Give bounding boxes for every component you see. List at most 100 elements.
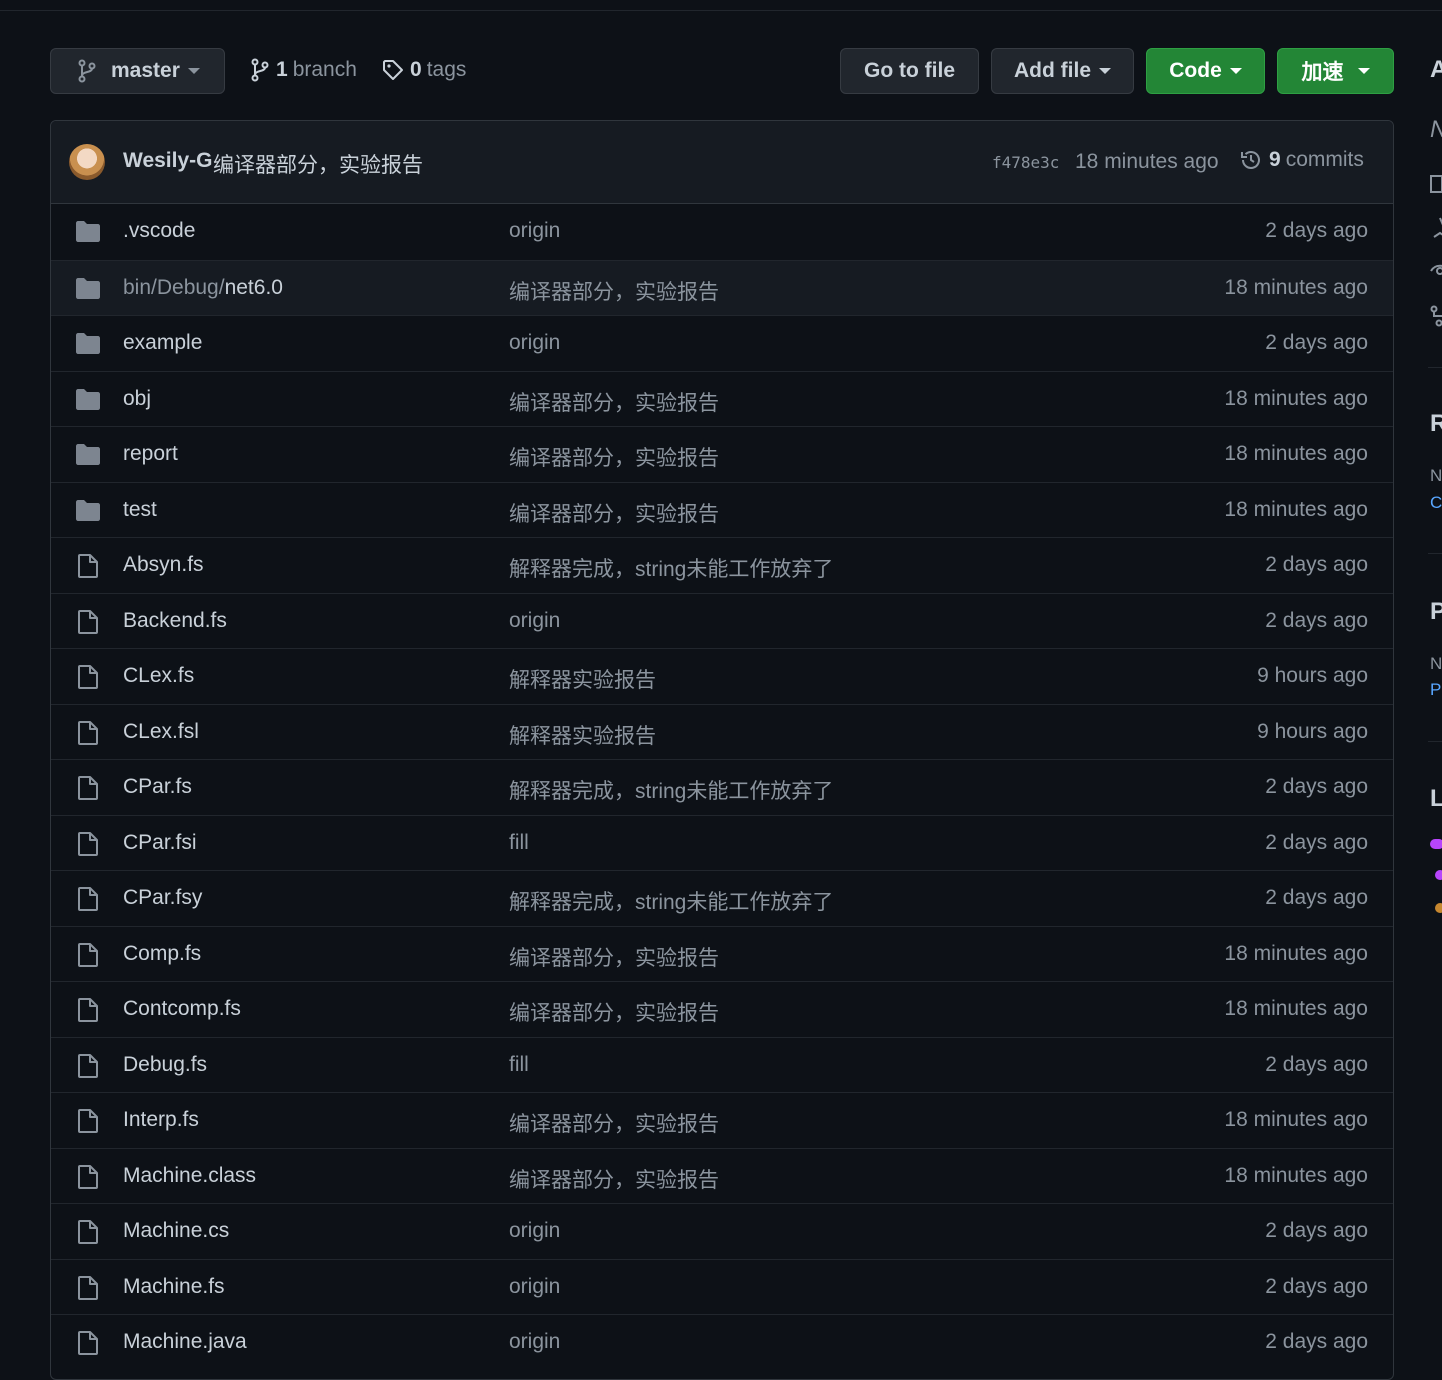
file-row[interactable]: CLex.fs 解释器实验报告 9 hours ago: [51, 648, 1393, 704]
fork-icon[interactable]: [1430, 305, 1442, 327]
file-row[interactable]: Absyn.fs 解释器完成，string未能工作放弃了 2 days ago: [51, 537, 1393, 593]
file-commit-message[interactable]: 编译器部分，实验报告: [509, 276, 719, 306]
file-name-link[interactable]: obj: [123, 387, 151, 411]
file-row[interactable]: Debug.fs fill 2 days ago: [51, 1036, 1393, 1093]
file-commit-message[interactable]: 编译器部分，实验报告: [509, 442, 719, 472]
file-row[interactable]: CLex.fsl 解释器实验报告 9 hours ago: [51, 703, 1393, 760]
directory-row[interactable]: test 编译器部分，实验报告 18 minutes ago: [51, 481, 1393, 538]
file-name-link[interactable]: test: [123, 498, 157, 522]
directory-row[interactable]: report 编译器部分，实验报告 18 minutes ago: [51, 426, 1393, 482]
eye-icon[interactable]: [1430, 262, 1442, 280]
file-row[interactable]: Machine.java origin 2 days ago: [51, 1314, 1393, 1370]
file-name: .vscode: [123, 219, 196, 242]
file-commit-message[interactable]: 编译器部分，实验报告: [509, 498, 719, 528]
branches-link[interactable]: 1 branch: [250, 58, 357, 82]
file-commit-age: 18 minutes ago: [1224, 997, 1368, 1020]
folder-icon: [76, 444, 100, 465]
file-row[interactable]: Backend.fs origin 2 days ago: [51, 592, 1393, 649]
directory-row[interactable]: bin/Debug/net6.0 编译器部分，实验报告 18 minutes ago: [51, 259, 1393, 315]
file-name-link[interactable]: CPar.fsi: [123, 831, 197, 855]
file-name-link[interactable]: CPar.fs: [123, 775, 192, 799]
file-commit-message[interactable]: origin: [509, 1275, 560, 1299]
directory-row[interactable]: .vscode origin 2 days ago: [51, 204, 1393, 260]
file-name-link[interactable]: Comp.fs: [123, 942, 201, 966]
file-commit-message[interactable]: origin: [509, 1219, 560, 1243]
file-icon: [78, 1053, 98, 1078]
file-commit-message[interactable]: origin: [509, 609, 560, 633]
commit-message[interactable]: 编译器部分，实验报告: [213, 149, 423, 179]
go-to-file-button[interactable]: Go to file: [840, 48, 979, 94]
file-row[interactable]: CPar.fs 解释器完成，string未能工作放弃了 2 days ago: [51, 759, 1393, 815]
commit-author[interactable]: Wesily-G: [123, 149, 212, 173]
file-list: .vscode origin 2 days ago bin/Debug/net6.0 编…: [51, 204, 1393, 1370]
file-name-link[interactable]: Interp.fs: [123, 1108, 199, 1132]
file-commit-age: 2 days ago: [1265, 608, 1368, 632]
file-row[interactable]: Comp.fs 编译器部分，实验报告 18 minutes ago: [51, 925, 1393, 982]
file-row[interactable]: Machine.cs origin 2 days ago: [51, 1203, 1393, 1259]
directory-row[interactable]: obj 编译器部分，实验报告 18 minutes ago: [51, 370, 1393, 427]
file-commit-message[interactable]: fill: [509, 831, 529, 855]
file-name-link[interactable]: CPar.fsy: [123, 886, 202, 910]
file-name-link[interactable]: Machine.fs: [123, 1275, 225, 1299]
file-row[interactable]: CPar.fsi fill 2 days ago: [51, 814, 1393, 871]
file-name-link[interactable]: example: [123, 331, 202, 355]
file-name-link[interactable]: bin/Debug/net6.0: [123, 276, 283, 300]
tags-link[interactable]: 0 tags: [382, 58, 466, 82]
file-commit-age: 2 days ago: [1265, 331, 1368, 354]
git-branch-icon: [78, 59, 96, 83]
file-name-link[interactable]: Machine.cs: [123, 1219, 229, 1243]
avatar[interactable]: [69, 144, 105, 180]
add-file-button[interactable]: Add file: [991, 48, 1134, 94]
go-to-file-label: Go to file: [864, 59, 955, 82]
releases-link[interactable]: C: [1430, 493, 1442, 513]
language-bar: [1430, 839, 1442, 849]
file-commit-message[interactable]: 解释器实验报告: [509, 720, 656, 750]
file-commit-age: 18 minutes ago: [1224, 442, 1368, 465]
file-commit-message[interactable]: 编译器部分，实验报告: [509, 387, 719, 417]
file-row[interactable]: Contcomp.fs 编译器部分，实验报告 18 minutes ago: [51, 981, 1393, 1037]
file-name-link[interactable]: .vscode: [123, 219, 195, 243]
code-button[interactable]: Code: [1146, 48, 1265, 94]
file-name-link[interactable]: Machine.class: [123, 1164, 256, 1188]
languages-heading: L: [1430, 785, 1442, 812]
packages-link[interactable]: P: [1430, 680, 1441, 700]
file-name: CPar.fsy: [123, 886, 203, 909]
git-branch-icon: [251, 58, 269, 82]
file-commit-message[interactable]: origin: [509, 331, 560, 355]
file-name-link[interactable]: CLex.fsl: [123, 720, 199, 744]
file-commit-message[interactable]: 解释器完成，string未能工作放弃了: [509, 775, 833, 805]
file-commit-message[interactable]: 编译器部分，实验报告: [509, 1108, 719, 1138]
directory-row[interactable]: example origin 2 days ago: [51, 315, 1393, 371]
file-commit-message[interactable]: fill: [509, 1053, 529, 1077]
file-name: Contcomp.fs: [123, 997, 241, 1020]
file-name-link[interactable]: report: [123, 442, 178, 466]
file-name-link[interactable]: Absyn.fs: [123, 553, 204, 577]
file-commit-message[interactable]: 编译器部分，实验报告: [509, 997, 719, 1027]
star-icon[interactable]: [1430, 217, 1442, 239]
file-commit-message[interactable]: origin: [509, 219, 560, 243]
file-commit-message[interactable]: 解释器完成，string未能工作放弃了: [509, 886, 833, 916]
file-row[interactable]: Interp.fs 编译器部分，实验报告 18 minutes ago: [51, 1092, 1393, 1148]
file-commit-age: 2 days ago: [1265, 830, 1368, 854]
speedup-button[interactable]: 加速: [1277, 48, 1394, 94]
file-name-link[interactable]: Contcomp.fs: [123, 997, 241, 1021]
file-name-link[interactable]: Backend.fs: [123, 609, 227, 633]
file-name-link[interactable]: CLex.fs: [123, 664, 194, 688]
file-name-link[interactable]: Debug.fs: [123, 1053, 207, 1077]
file-commit-message[interactable]: 编译器部分，实验报告: [509, 1164, 719, 1194]
file-icon: [78, 1164, 98, 1189]
tag-icon: [383, 60, 403, 80]
file-commit-message[interactable]: 解释器完成，string未能工作放弃了: [509, 553, 833, 583]
file-commit-message[interactable]: 编译器部分，实验报告: [509, 942, 719, 972]
chevron-down-icon: [1357, 68, 1370, 74]
add-file-label: Add file: [1014, 59, 1091, 82]
file-row[interactable]: CPar.fsy 解释器完成，string未能工作放弃了 2 days ago: [51, 870, 1393, 926]
commits-history-link[interactable]: 9 commits: [1239, 148, 1364, 172]
commit-sha[interactable]: f478e3c: [992, 153, 1059, 172]
branch-select-button[interactable]: master: [50, 48, 225, 94]
file-row[interactable]: Machine.class 编译器部分，实验报告 18 minutes ago: [51, 1147, 1393, 1204]
file-commit-message[interactable]: 解释器实验报告: [509, 664, 656, 694]
file-row[interactable]: Machine.fs origin 2 days ago: [51, 1258, 1393, 1315]
file-commit-message[interactable]: origin: [509, 1330, 560, 1354]
file-name-link[interactable]: Machine.java: [123, 1330, 247, 1354]
